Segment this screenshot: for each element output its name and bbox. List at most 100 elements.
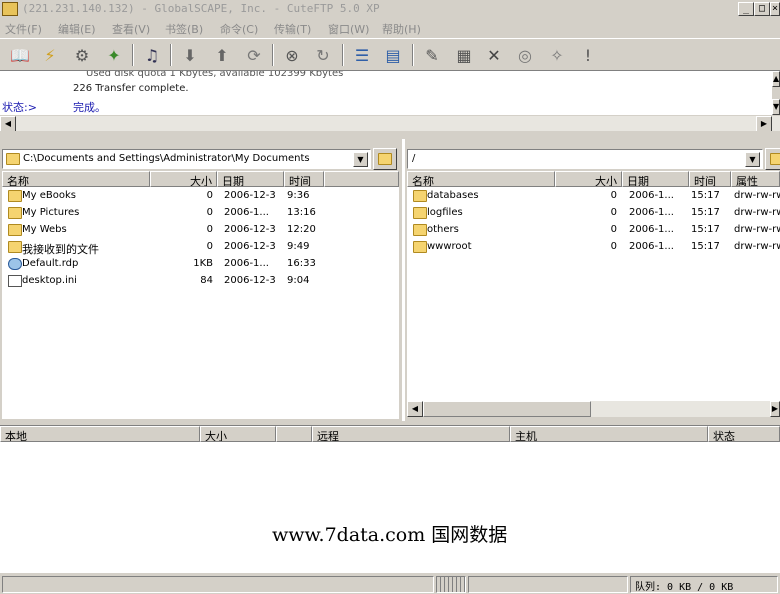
status-bar: 队列: 0 KB / 0 KB: [0, 572, 780, 594]
log-vertical-scrollbar[interactable]: ▲ ▼: [772, 71, 780, 115]
toolbar-separator: [342, 44, 344, 66]
col-header-date[interactable]: 日期: [622, 171, 689, 187]
queue-col-blank: [276, 426, 312, 442]
disconnect-icon[interactable]: ✦: [102, 43, 126, 67]
file-time: 15:17: [691, 190, 720, 201]
download-icon[interactable]: ⬇: [178, 43, 202, 67]
local-file-row[interactable]: Default.rdp 1KB 2006-1... 16:33: [2, 256, 399, 273]
refresh-icon[interactable]: ↻: [311, 43, 335, 67]
menu-edit[interactable]: 编辑(E): [58, 21, 96, 37]
local-path-text: C:\Documents and Settings\Administrator\…: [23, 153, 310, 164]
cuteftp-app-icon[interactable]: [2, 2, 18, 16]
scroll-left-arrow-icon[interactable]: ◀: [0, 116, 16, 132]
list-view-icon[interactable]: ☰: [350, 43, 374, 67]
site-manager-icon[interactable]: 📖: [8, 43, 32, 67]
connect-icon[interactable]: ⚙: [70, 43, 94, 67]
menu-view[interactable]: 查看(V): [112, 21, 150, 37]
menu-transfer[interactable]: 传输(T): [274, 21, 311, 37]
properties-icon[interactable]: ▦: [452, 43, 476, 67]
queue-col-status[interactable]: 状态: [708, 426, 780, 442]
delete-icon[interactable]: ✕: [482, 43, 506, 67]
log-horizontal-scrollbar[interactable]: ◀ ▶: [0, 115, 780, 132]
col-header-date[interactable]: 日期: [217, 171, 284, 187]
scroll-right-arrow-icon[interactable]: ▶: [770, 401, 780, 417]
transfer-queue[interactable]: 本地 大小 远程 主机 状态: [0, 425, 780, 572]
col-header-size[interactable]: 大小: [150, 171, 217, 187]
edit-file-icon[interactable]: ✎: [420, 43, 444, 67]
binoculars-icon[interactable]: ◎: [513, 43, 537, 67]
new-folder-icon[interactable]: ✧: [545, 43, 569, 67]
local-parent-folder-button[interactable]: [373, 148, 397, 170]
upload-icon[interactable]: ⬆: [210, 43, 234, 67]
folder-up-icon: [770, 153, 780, 165]
scroll-right-arrow-icon[interactable]: ▶: [756, 116, 772, 132]
menu-help[interactable]: 帮助(H): [382, 21, 421, 37]
file-attributes: drw-rw-rw-: [734, 224, 780, 235]
col-header-name[interactable]: 名称: [2, 171, 150, 187]
remote-file-list[interactable]: 名称 大小 日期 时间 属性 databases 0 2006-1... 15:…: [407, 171, 780, 401]
local-file-row[interactable]: 我接收到的文件 0 2006-12-3 9:49: [2, 239, 399, 256]
remote-parent-folder-button[interactable]: [765, 148, 780, 170]
chevron-down-icon[interactable]: ▼: [745, 152, 760, 167]
details-view-icon[interactable]: ▤: [381, 43, 405, 67]
toolbar: 📖 ⚡ ⚙ ✦ ♫ ⬇ ⬆ ⟳ ⊗ ↻ ☰ ▤ ✎ ▦ ✕ ◎ ✧ !: [0, 38, 780, 71]
col-header-attributes[interactable]: 属性: [731, 171, 780, 187]
remote-file-row[interactable]: databases 0 2006-1... 15:17 drw-rw-rw-: [407, 188, 780, 205]
remote-file-row[interactable]: others 0 2006-1... 15:17 drw-rw-rw-: [407, 222, 780, 239]
minimize-button[interactable]: _: [738, 2, 754, 16]
scroll-up-arrow-icon[interactable]: ▲: [772, 71, 780, 87]
file-time: 9:49: [287, 241, 310, 252]
remote-file-row[interactable]: wwwroot 0 2006-1... 15:17 drw-rw-rw-: [407, 239, 780, 256]
toolbar-separator: [132, 44, 134, 66]
music-icon[interactable]: ♫: [140, 43, 164, 67]
file-name: others: [427, 224, 459, 235]
queue-size-status: 队列: 0 KB / 0 KB: [630, 576, 778, 593]
col-header-name[interactable]: 名称: [407, 171, 555, 187]
remote-path-combobox[interactable]: / ▼: [407, 149, 763, 169]
status-cell-grip: [436, 576, 466, 593]
menu-commands[interactable]: 命令(C): [220, 21, 258, 37]
scroll-left-arrow-icon[interactable]: ◀: [407, 401, 423, 417]
local-file-row[interactable]: My Pictures 0 2006-1... 13:16: [2, 205, 399, 222]
menu-file[interactable]: 文件(F): [5, 21, 42, 37]
local-path-combobox[interactable]: C:\Documents and Settings\Administrator\…: [2, 149, 371, 169]
log-window: Used disk quota 1 Kbytes, available 1023…: [0, 71, 772, 115]
transfer-icon[interactable]: ⟳: [242, 43, 266, 67]
settings-file-icon: [8, 275, 22, 287]
queue-col-remote[interactable]: 远程: [312, 426, 510, 442]
local-file-row[interactable]: My Webs 0 2006-12-3 12:20: [2, 222, 399, 239]
file-name: wwwroot: [427, 241, 472, 252]
scroll-thumb[interactable]: [423, 401, 591, 417]
stop-icon[interactable]: ⊗: [280, 43, 304, 67]
queue-col-size[interactable]: 大小: [200, 426, 276, 442]
remote-desktop-file-icon: [8, 258, 22, 270]
menu-window[interactable]: 窗口(W): [328, 21, 369, 37]
file-time: 9:36: [287, 190, 310, 201]
col-header-size[interactable]: 大小: [555, 171, 622, 187]
col-header-time[interactable]: 时间: [689, 171, 731, 187]
file-date: 2006-1...: [629, 190, 674, 201]
local-file-list[interactable]: 名称 大小 日期 时间 My eBooks 0 2006-12-3 9:36 M…: [2, 171, 399, 419]
remote-path-text: /: [412, 153, 416, 164]
alert-icon[interactable]: !: [576, 43, 600, 67]
maximize-button[interactable]: □: [754, 2, 770, 16]
splitter[interactable]: [0, 131, 780, 139]
file-size: 0: [610, 207, 617, 218]
file-time: 15:17: [691, 241, 720, 252]
local-file-row[interactable]: desktop.ini 84 2006-12-3 9:04: [2, 273, 399, 290]
toolbar-separator: [170, 44, 172, 66]
chevron-down-icon[interactable]: ▼: [353, 152, 368, 167]
menu-bookmarks[interactable]: 书签(B): [165, 21, 203, 37]
col-header-time[interactable]: 时间: [284, 171, 324, 187]
scroll-down-arrow-icon[interactable]: ▼: [772, 99, 780, 115]
quick-connect-icon[interactable]: ⚡: [38, 43, 62, 67]
queue-col-local[interactable]: 本地: [0, 426, 200, 442]
log-line: 226 Transfer complete.: [73, 83, 189, 94]
local-file-row[interactable]: My eBooks 0 2006-12-3 9:36: [2, 188, 399, 205]
queue-col-host[interactable]: 主机: [510, 426, 708, 442]
remote-file-row[interactable]: logfiles 0 2006-1... 15:17 drw-rw-rw-: [407, 205, 780, 222]
file-size: 0: [206, 207, 213, 218]
remote-horizontal-scrollbar[interactable]: ◀ ▶: [407, 401, 780, 417]
close-window-button[interactable]: ×: [770, 2, 780, 16]
watermark-text: www.7data.com 国网数据: [272, 524, 508, 546]
